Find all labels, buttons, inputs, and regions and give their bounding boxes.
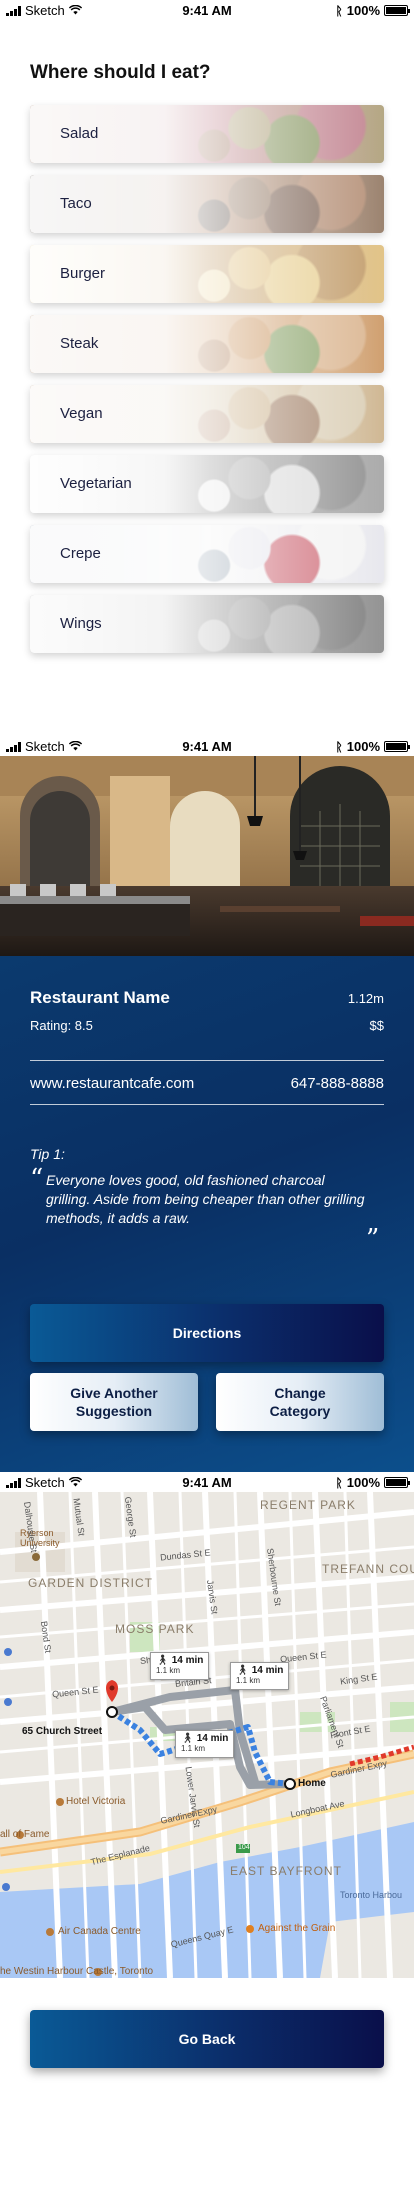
bluetooth-icon: ᚱ [335,739,343,754]
walking-icon: 🚶︎ [156,1655,169,1666]
category-label: Salad [60,125,99,142]
bluetooth-icon: ᚱ [335,3,343,18]
walk-time-box[interactable]: 🚶︎ 14 min 1.1 km [230,1662,290,1690]
quote-close-icon: ” [366,1224,380,1254]
map-label-home: Home [298,1778,326,1789]
status-bar: Sketch 9:41 AM ᚱ 100% [0,736,414,756]
battery-icon [384,741,410,752]
battery-icon [384,1477,410,1488]
category-label: Steak [60,335,99,352]
directions-button[interactable]: Directions [30,1304,384,1362]
category-card-wings[interactable]: Wings [30,595,384,653]
walking-icon: 🚶︎ [236,1665,249,1676]
walk-time: 14 min [171,1655,204,1666]
go-back-button[interactable]: Go Back [30,2010,384,2068]
status-bar: Sketch 9:41 AM ᚱ 100% [0,0,414,20]
map-label-start: 65 Church Street [22,1726,103,1737]
walk-time-box[interactable]: 🚶︎ 14 min 1.1 km [150,1652,210,1680]
route-map[interactable]: REGENT PARK Ryerson University GARDEN DI… [0,1492,414,1978]
page-title: Where should I eat? [30,62,211,83]
bluetooth-icon: ᚱ [335,1475,343,1490]
map-label-moss-park: MOSS PARK [115,1622,195,1636]
category-card-vegan[interactable]: Vegan [30,385,384,443]
quote-open-icon: “ [30,1164,44,1194]
battery-percent: 100% [346,1475,380,1490]
map-label-hotel-victoria: Hotel Victoria [66,1796,126,1807]
change-category-label: Change Category [269,1385,331,1419]
divider [30,1060,384,1061]
phone-link[interactable]: 647-888-8888 [291,1075,384,1092]
change-category-button[interactable]: Change Category [216,1373,384,1431]
map-label-against-the-grain: Against the Grain [258,1923,336,1934]
walk-distance: 1.1 km [236,1676,261,1685]
restaurant-name: Restaurant Name [30,988,170,1007]
map-label-highway: 104 [238,1844,250,1851]
walk-distance: 1.1 km [156,1666,181,1675]
category-label: Vegetarian [60,475,132,492]
category-card-crepe[interactable]: Crepe [30,525,384,583]
restaurant-screen: Sketch 9:41 AM ᚱ 100% Restaurant Name 1.… [0,736,414,1472]
walk-distance: 1.1 km [181,1744,206,1753]
category-label: Wings [60,615,102,632]
map-label-westin: he Westin Harbour Castle, Toronto [0,1966,154,1977]
map-label-garden-district: GARDEN DISTRICT [28,1576,154,1590]
map-label-air-canada-centre: Air Canada Centre [58,1926,141,1937]
category-card-salad[interactable]: Salad [30,105,384,163]
category-label: Crepe [60,545,101,562]
category-card-burger[interactable]: Burger [30,245,384,303]
walking-icon: 🚶︎ [181,1733,194,1744]
walk-time: 14 min [251,1665,284,1676]
divider [30,1104,384,1105]
map-screen: Sketch 9:41 AM ᚱ 100% REGENT PARK Ryerso… [0,1472,414,2208]
website-link[interactable]: www.restaurantcafe.com [30,1075,194,1092]
another-suggestion-button[interactable]: Give Another Suggestion [30,1373,198,1431]
restaurant-price: $$ [369,1018,384,1033]
category-label: Vegan [60,405,103,422]
restaurant-photo [0,756,414,956]
category-label: Taco [60,195,92,212]
category-card-taco[interactable]: Taco [30,175,384,233]
battery-percent: 100% [346,3,380,18]
battery-percent: 100% [346,739,380,754]
walk-time-box[interactable]: 🚶︎ 14 min 1.1 km [175,1730,235,1758]
category-screen: Sketch 9:41 AM ᚱ 100% Where should I eat… [0,0,414,730]
restaurant-details: Restaurant Name 1.12m Rating: 8.5 $$ www… [0,956,414,1472]
tip-text: Everyone loves good, old fashioned charc… [46,1172,365,1226]
map-label-toronto-harbour: Toronto Harbou [340,1890,403,1900]
battery-icon [384,5,410,16]
category-label: Burger [60,265,106,282]
status-bar: Sketch 9:41 AM ᚱ 100% [0,1472,414,1492]
map-label-east-bayfront: EAST BAYFRONT [230,1864,342,1878]
restaurant-rating: Rating: 8.5 [30,1018,93,1033]
map-label-regent-park: REGENT PARK [260,1498,356,1512]
category-card-steak[interactable]: Steak [30,315,384,373]
restaurant-distance: 1.12m [347,991,384,1006]
map-label-hall-of-fame: all of Fame [0,1829,50,1840]
tip-heading: Tip 1: [30,1146,65,1162]
category-card-vegetarian[interactable]: Vegetarian [30,455,384,513]
walk-time: 14 min [196,1733,229,1744]
another-suggestion-label: Give Another Suggestion [70,1385,158,1419]
map-label-trefann: TREFANN COU [322,1562,414,1576]
